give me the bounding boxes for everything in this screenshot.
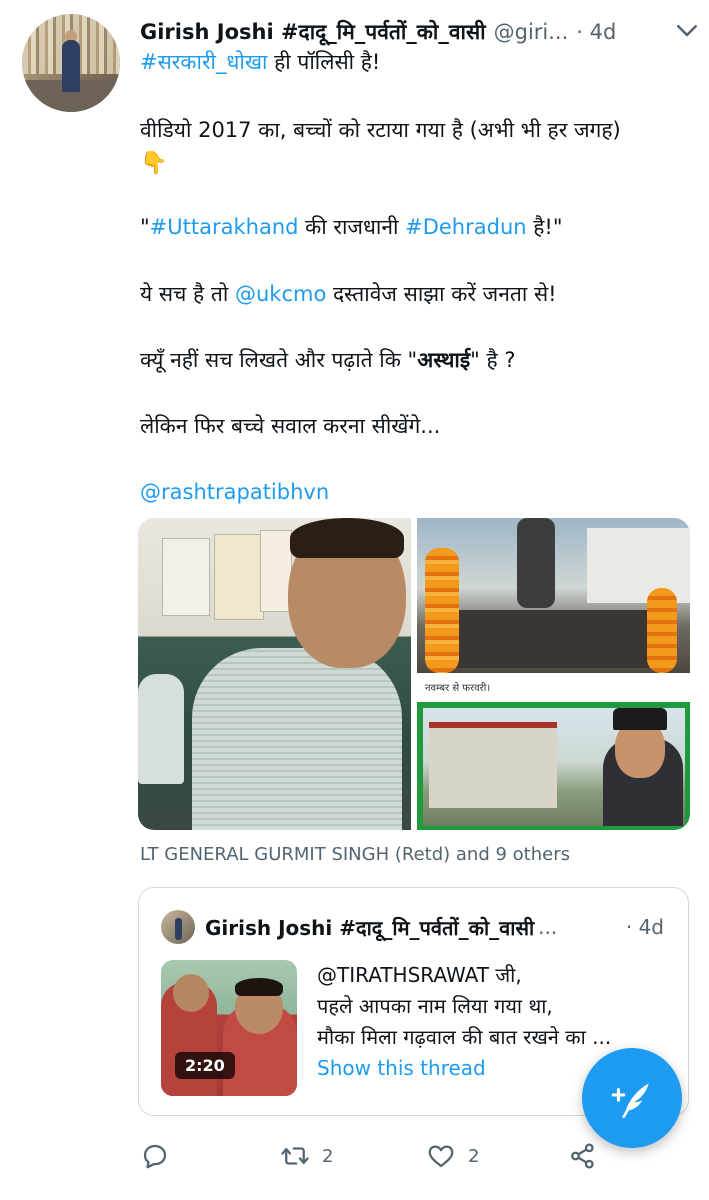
tweet-line: ही पॉलिसी है! [267, 50, 381, 74]
tweet-line: क्यूँ नहीं सच लिखते और पढ़ाते कि " [140, 348, 418, 372]
tweet-line: है!" [526, 215, 563, 239]
mention-link[interactable]: @ukcmo [235, 282, 326, 306]
hashtag-link[interactable]: #Uttarakhand [150, 215, 299, 239]
video-duration: 2:20 [175, 1052, 235, 1079]
quoted-tweet-header: Girish Joshi #दादू_मि_पर्वतों_को_वासी ..… [205, 912, 680, 942]
hashtag-link[interactable]: #Dehradun [405, 215, 526, 239]
chevron-down-icon[interactable] [672, 15, 702, 45]
tweet-line: दस्तावेज साझा करें जनता से! [326, 282, 557, 306]
author-avatar[interactable] [22, 14, 120, 112]
quoted-video-thumbnail[interactable]: 2:20 [161, 960, 297, 1096]
retweet-count: 2 [322, 1145, 334, 1167]
hashtag-link[interactable]: #सरकारी_धोखा [140, 50, 267, 74]
tweet-line: लेकिन फिर बच्चे सवाल करना सीखेंगे... [140, 414, 441, 438]
media-photo-news[interactable]: नवम्बर से फरवरी। [417, 678, 690, 830]
tweet-line: वीडियो 2017 का, बच्चों को रटाया गया है (… [140, 118, 621, 142]
media-grid: नवम्बर से फरवरी। [138, 518, 690, 830]
share-icon [571, 1143, 594, 1169]
tweet-header: Girish Joshi #दादू_मि_पर्वतों_को_वासी @g… [140, 14, 700, 50]
pointing-down-emoji: 👇 [140, 151, 168, 176]
media-photo-statue[interactable] [417, 518, 690, 673]
retweet-icon [281, 1147, 309, 1165]
tweet-line: की राजधानी [298, 215, 406, 239]
mention-link[interactable]: @rashtrapatibhvn [140, 480, 329, 504]
like-count: 2 [468, 1145, 480, 1167]
media-caption: नवम्बर से फरवरी। [425, 683, 491, 694]
quoted-author-name[interactable]: Girish Joshi #दादू_मि_पर्वतों_को_वासी [205, 914, 534, 941]
author-name[interactable]: Girish Joshi #दादू_मि_पर्वतों_को_वासी [140, 18, 486, 46]
retweet-button[interactable]: 2 [280, 1136, 333, 1176]
quoted-text-line: @TIRATHSRAWAT जी, [317, 963, 522, 987]
reply-icon [143, 1144, 167, 1169]
tweet-line: " है ? [470, 348, 516, 372]
tagged-users[interactable]: LT GENERAL GURMIT SINGH (Retd) and 9 oth… [140, 844, 570, 865]
feather-plus-icon [611, 1083, 649, 1119]
like-button[interactable]: 2 [426, 1136, 479, 1176]
tweet-line: " [140, 215, 150, 239]
reply-button[interactable] [140, 1136, 170, 1176]
quoted-author-avatar[interactable] [161, 910, 195, 944]
author-handle[interactable]: @giri... [494, 20, 569, 44]
media-photo-student[interactable] [138, 518, 411, 830]
quoted-text-line: पहले आपका नाम लिया गया था, [317, 994, 553, 1018]
compose-tweet-button[interactable] [582, 1048, 682, 1148]
quoted-tweet-time[interactable]: · 4d [626, 915, 680, 939]
bold-text: अस्थाई [417, 348, 471, 372]
tweet-time[interactable]: · 4d [576, 20, 616, 44]
quoted-name-ellipsis: ... [538, 915, 558, 939]
heart-icon [428, 1145, 454, 1168]
tweet-line: ये सच है तो [140, 282, 235, 306]
share-button[interactable] [568, 1136, 598, 1176]
